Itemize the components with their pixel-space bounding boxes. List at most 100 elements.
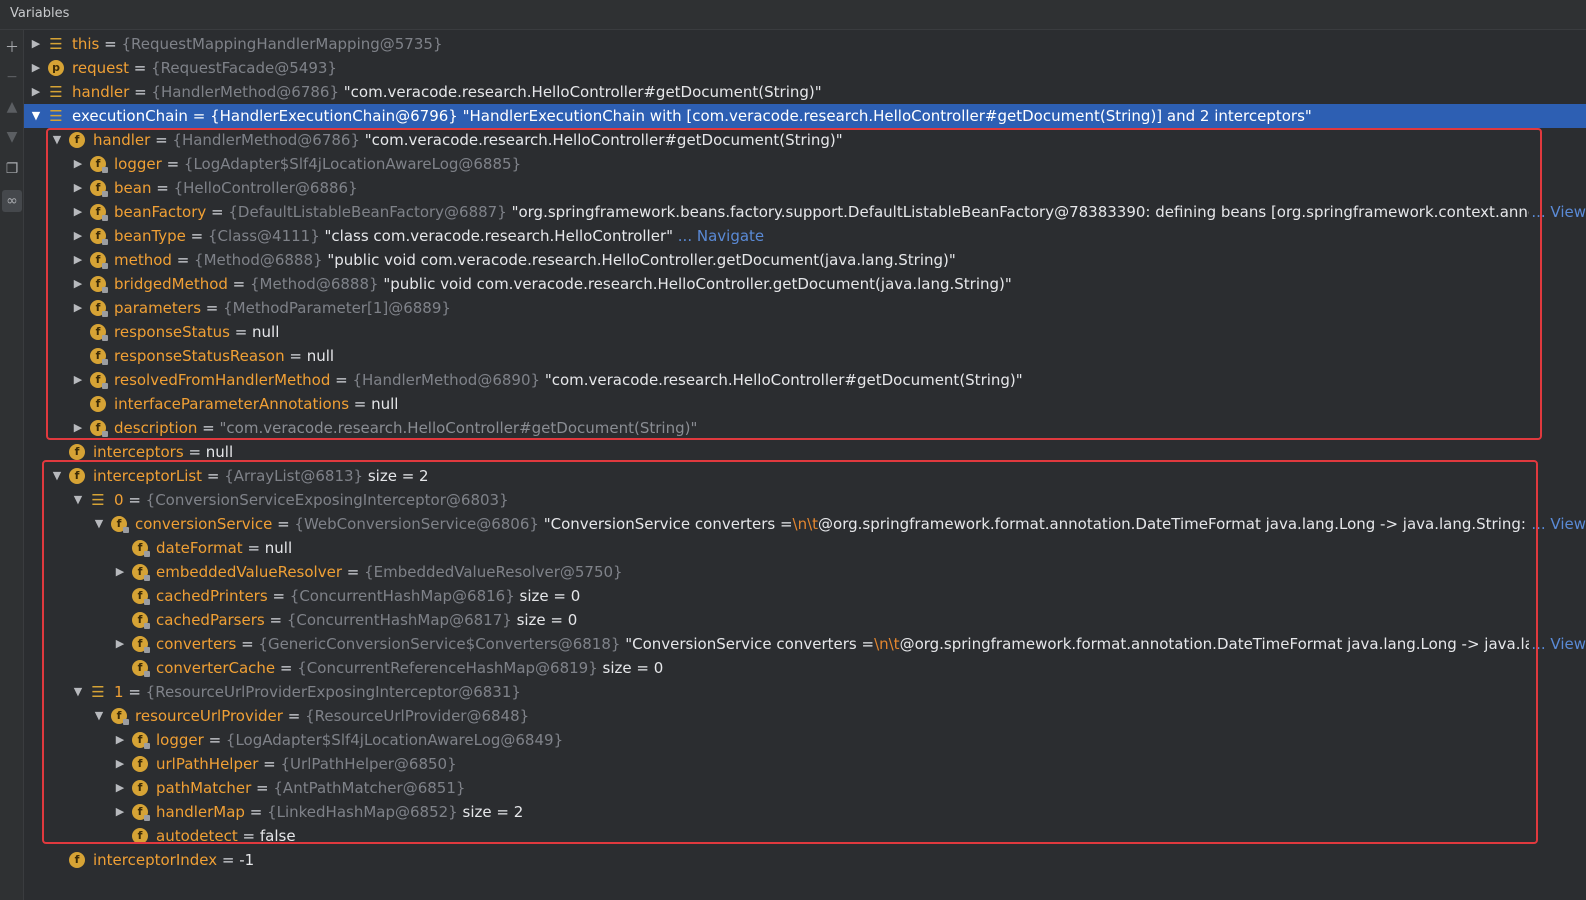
tree-row-conversionService[interactable]: ▼ f conversionService = {WebConversionServ… bbox=[24, 512, 1586, 536]
tree-row-beanFactory[interactable]: ▶ f beanFactory = {DefaultListableBeanFact… bbox=[24, 200, 1586, 224]
expand-arrow-right-icon[interactable]: ▶ bbox=[72, 224, 84, 248]
expand-arrow-right-icon[interactable]: ▶ bbox=[114, 776, 126, 800]
expand-arrow-right-icon[interactable]: ▶ bbox=[72, 368, 84, 392]
variable-text: cachedPrinters = {ConcurrentHashMap@6816… bbox=[156, 584, 580, 608]
up-icon[interactable]: ▲ bbox=[2, 96, 22, 118]
equals-sign: = bbox=[185, 227, 209, 245]
tree-row-description[interactable]: ▶ f description = "com.veracode.research.H… bbox=[24, 416, 1586, 440]
variable-value: false bbox=[259, 827, 296, 845]
expand-arrow-right-icon[interactable]: ▶ bbox=[114, 728, 126, 752]
tree-row-interceptorIndex[interactable]: f interceptorIndex = -1 bbox=[24, 848, 1586, 872]
expand-arrow-right-icon[interactable]: ▶ bbox=[72, 248, 84, 272]
expand-arrow-down-icon[interactable]: ▼ bbox=[30, 104, 42, 128]
expand-arrow-down-icon[interactable]: ▼ bbox=[93, 704, 105, 728]
tree-row-beanType[interactable]: ▶ f beanType = {Class@4111} "class com.ver… bbox=[24, 224, 1586, 248]
expand-arrow-right-icon[interactable]: ▶ bbox=[72, 416, 84, 440]
tree-row-logger[interactable]: ▶ f logger = {LogAdapter$Slf4jLocationAwar… bbox=[24, 152, 1586, 176]
escape-sequence: \n\t bbox=[792, 515, 819, 533]
expand-arrow-down-icon[interactable]: ▼ bbox=[72, 488, 84, 512]
expand-arrow-right-icon[interactable]: ▶ bbox=[72, 200, 84, 224]
equals-sign: = bbox=[237, 827, 260, 845]
expand-arrow-right-icon[interactable]: ▶ bbox=[114, 800, 126, 824]
expand-arrow-right-icon[interactable]: ▶ bbox=[114, 752, 126, 776]
expand-arrow-right-icon[interactable]: ▶ bbox=[114, 632, 126, 656]
tree-row-logger[interactable]: ▶ f logger = {LogAdapter$Slf4jLocationAwar… bbox=[24, 728, 1586, 752]
variable-name: logger bbox=[114, 155, 162, 173]
tree-row-cachedParsers[interactable]: f cachedParsers = {ConcurrentHashMap@6817… bbox=[24, 608, 1586, 632]
variable-text: request = {RequestFacade@5493} bbox=[72, 56, 337, 80]
variable-text: this = {RequestMappingHandlerMapping@573… bbox=[72, 32, 442, 56]
tree-row-resolvedFromHandlerMethod[interactable]: ▶ f resolvedFromHandlerMethod = {HandlerMe… bbox=[24, 368, 1586, 392]
tree-row-cachedPrinters[interactable]: f cachedPrinters = {ConcurrentHashMap@681… bbox=[24, 584, 1586, 608]
tree-row-responseStatus[interactable]: f responseStatus = null bbox=[24, 320, 1586, 344]
variable-text: resolvedFromHandlerMethod = {HandlerMeth… bbox=[114, 368, 1023, 392]
expand-arrow-right-icon[interactable]: ▶ bbox=[72, 272, 84, 296]
tree-row-executionChain[interactable]: ▼ ☰ executionChain = {HandlerExecutionChai… bbox=[24, 104, 1586, 128]
minus-icon[interactable]: − bbox=[2, 66, 22, 88]
expand-arrow-right-icon[interactable]: ▶ bbox=[30, 56, 42, 80]
variable-text: handlerMap = {LinkedHashMap@6852} size =… bbox=[156, 800, 523, 824]
equals-sign: = bbox=[244, 803, 268, 821]
expand-arrow-right-icon[interactable]: ▶ bbox=[30, 80, 42, 104]
variable-text: interceptorList = {ArrayList@6813} size … bbox=[93, 464, 429, 488]
variable-type: {ArrayList@6813} bbox=[224, 467, 364, 485]
tree-row-autodetect[interactable]: f autodetect = false bbox=[24, 824, 1586, 848]
view-link[interactable]: ... View bbox=[1529, 632, 1586, 656]
expand-arrow-right-icon[interactable]: ▶ bbox=[72, 176, 84, 200]
tree-row-handler[interactable]: ▶ ☰ handler = {HandlerMethod@6786} "com.ve… bbox=[24, 80, 1586, 104]
field-icon: f bbox=[132, 732, 150, 749]
tree-row-converters[interactable]: ▶ f converters = {GenericConversionService… bbox=[24, 632, 1586, 656]
expand-arrow-down-icon[interactable]: ▼ bbox=[72, 680, 84, 704]
down-icon[interactable]: ▼ bbox=[2, 126, 22, 148]
size-label: size = 2 bbox=[367, 467, 429, 485]
tree-row-bridgedMethod[interactable]: ▶ f bridgedMethod = {Method@6888} "public … bbox=[24, 272, 1586, 296]
field-icon: f bbox=[132, 612, 150, 629]
tree-row-handlerMap[interactable]: ▶ f handlerMap = {LinkedHashMap@6852} size… bbox=[24, 800, 1586, 824]
tree-row-1[interactable]: ▼ ☰ 1 = {ResourceUrlProviderExposingInterc… bbox=[24, 680, 1586, 704]
equals-sign: = bbox=[275, 659, 298, 677]
expand-arrow-down-icon[interactable]: ▼ bbox=[51, 464, 63, 488]
variable-type: {Method@6888} bbox=[250, 275, 379, 293]
tree-row-interceptors[interactable]: f interceptors = null bbox=[24, 440, 1586, 464]
variable-text: interceptors = null bbox=[93, 440, 233, 464]
tree-row-parameters[interactable]: ▶ f parameters = {MethodParameter[1]@6889} bbox=[24, 296, 1586, 320]
plus-icon[interactable]: ＋ bbox=[2, 36, 22, 58]
expand-arrow-down-icon[interactable]: ▼ bbox=[51, 128, 63, 152]
expand-arrow-right-icon[interactable]: ▶ bbox=[30, 32, 42, 56]
tree-row-pathMatcher[interactable]: ▶ f pathMatcher = {AntPathMatcher@6851} bbox=[24, 776, 1586, 800]
field-icon: f bbox=[69, 852, 85, 868]
copy-icon[interactable]: ❐ bbox=[2, 158, 22, 180]
tree-row-handler[interactable]: ▼ f handler = {HandlerMethod@6786} "com.ve… bbox=[24, 128, 1586, 152]
tree-row-request[interactable]: ▶ p request = {RequestFacade@5493} bbox=[24, 56, 1586, 80]
expand-arrow-right-icon[interactable]: ▶ bbox=[72, 152, 84, 176]
equals-sign: = bbox=[129, 83, 152, 101]
tree-row-dateFormat[interactable]: f dateFormat = null bbox=[24, 536, 1586, 560]
variable-text: converters = {GenericConversionService$C… bbox=[156, 632, 1542, 656]
equals-sign: = bbox=[203, 731, 226, 749]
tree-row-0[interactable]: ▼ ☰ 0 = {ConversionServiceExposingIntercep… bbox=[24, 488, 1586, 512]
variable-type: {ConcurrentHashMap@6817} bbox=[286, 611, 512, 629]
equals-sign: = bbox=[236, 635, 259, 653]
variable-type: {Method@6888} bbox=[194, 251, 323, 269]
expand-arrow-right-icon[interactable]: ▶ bbox=[72, 296, 84, 320]
tree-row-converterCache[interactable]: f converterCache = {ConcurrentReferenceHa… bbox=[24, 656, 1586, 680]
expand-arrow-right-icon[interactable]: ▶ bbox=[114, 560, 126, 584]
tree-row-responseStatusReason[interactable]: f responseStatusReason = null bbox=[24, 344, 1586, 368]
view-link[interactable]: ... View bbox=[1529, 512, 1586, 536]
equals-sign: = bbox=[264, 611, 287, 629]
tree-row-urlPathHelper[interactable]: ▶ f urlPathHelper = {UrlPathHelper@6850} bbox=[24, 752, 1586, 776]
tree-row-resourceUrlProvider[interactable]: ▼ f resourceUrlProvider = {ResourceUrlProv… bbox=[24, 704, 1586, 728]
expand-arrow-down-icon[interactable]: ▼ bbox=[93, 512, 105, 536]
variable-text: cachedParsers = {ConcurrentHashMap@6817}… bbox=[156, 608, 577, 632]
tree-row-method[interactable]: ▶ f method = {Method@6888} "public void co… bbox=[24, 248, 1586, 272]
tree-row-embeddedValueResolver[interactable]: ▶ f embeddedValueResolver = {EmbeddedValue… bbox=[24, 560, 1586, 584]
field-icon: f bbox=[90, 276, 108, 293]
watch-glasses-icon[interactable]: ∞ bbox=[2, 190, 22, 212]
field-icon: f bbox=[69, 468, 85, 484]
tree-row-bean[interactable]: ▶ f bean = {HelloController@6886} bbox=[24, 176, 1586, 200]
tree-row-interceptorList[interactable]: ▼ f interceptorList = {ArrayList@6813} siz… bbox=[24, 464, 1586, 488]
navigate-link[interactable]: ... Navigate bbox=[673, 227, 764, 245]
tree-row-this[interactable]: ▶ ☰ this = {RequestMappingHandlerMapping@5… bbox=[24, 32, 1586, 56]
view-link[interactable]: ... View bbox=[1529, 200, 1586, 224]
tree-row-interfaceParameterAnnotations[interactable]: f interfaceParameterAnnotations = null bbox=[24, 392, 1586, 416]
